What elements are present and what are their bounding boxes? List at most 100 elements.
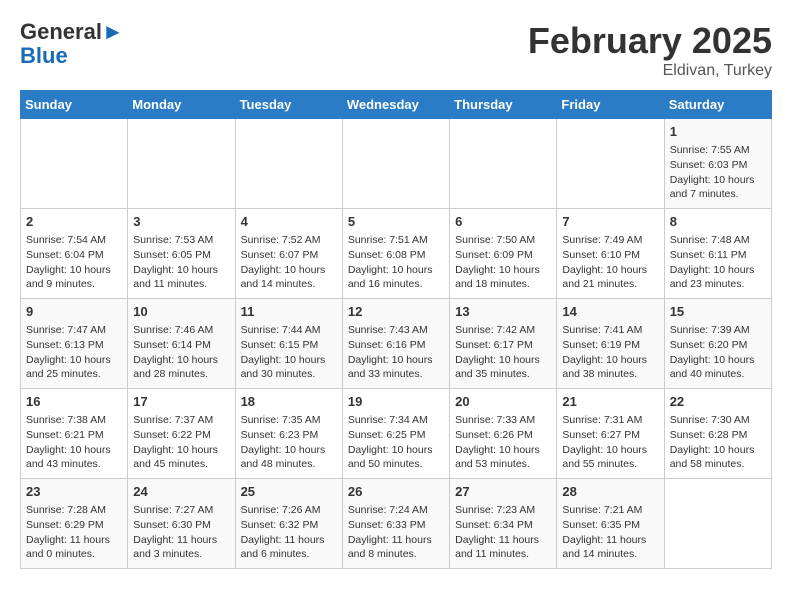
day-info: Sunrise: 7:26 AM Sunset: 6:32 PM Dayligh…	[241, 503, 337, 562]
day-info: Sunrise: 7:46 AM Sunset: 6:14 PM Dayligh…	[133, 323, 229, 382]
day-number: 27	[455, 483, 551, 501]
day-number: 11	[241, 303, 337, 321]
day-info: Sunrise: 7:50 AM Sunset: 6:09 PM Dayligh…	[455, 233, 551, 292]
day-number: 8	[670, 213, 766, 231]
day-number: 14	[562, 303, 658, 321]
week-row-1: 1 Sunrise: 7:55 AM Sunset: 6:03 PM Daylig…	[21, 119, 772, 209]
day-info: Sunrise: 7:49 AM Sunset: 6:10 PM Dayligh…	[562, 233, 658, 292]
day-info: Sunrise: 7:44 AM Sunset: 6:15 PM Dayligh…	[241, 323, 337, 382]
day-number: 22	[670, 393, 766, 411]
day-cell: 27 Sunrise: 7:23 AM Sunset: 6:34 PM Dayli…	[450, 479, 557, 569]
day-number: 2	[26, 213, 122, 231]
day-number: 4	[241, 213, 337, 231]
day-info: Sunrise: 7:21 AM Sunset: 6:35 PM Dayligh…	[562, 503, 658, 562]
day-info: Sunrise: 7:35 AM Sunset: 6:23 PM Dayligh…	[241, 413, 337, 472]
day-info: Sunrise: 7:48 AM Sunset: 6:11 PM Dayligh…	[670, 233, 766, 292]
day-info: Sunrise: 7:31 AM Sunset: 6:27 PM Dayligh…	[562, 413, 658, 472]
day-header-tuesday: Tuesday	[235, 91, 342, 119]
week-row-4: 16Sunrise: 7:38 AM Sunset: 6:21 PM Dayli…	[21, 389, 772, 479]
week-row-3: 9 Sunrise: 7:47 AM Sunset: 6:13 PM Daylig…	[21, 299, 772, 389]
day-number: 10	[133, 303, 229, 321]
logo: General► Blue	[20, 20, 124, 68]
day-cell	[21, 119, 128, 209]
day-cell	[235, 119, 342, 209]
day-info: Sunrise: 7:33 AM Sunset: 6:26 PM Dayligh…	[455, 413, 551, 472]
day-info: Sunrise: 7:53 AM Sunset: 6:05 PM Dayligh…	[133, 233, 229, 292]
day-cell: 14 Sunrise: 7:41 AM Sunset: 6:19 PM Dayli…	[557, 299, 664, 389]
day-info: Sunrise: 7:42 AM Sunset: 6:17 PM Dayligh…	[455, 323, 551, 382]
day-info: Sunrise: 7:30 AM Sunset: 6:28 PM Dayligh…	[670, 413, 766, 472]
day-cell	[664, 479, 771, 569]
header-row: SundayMondayTuesdayWednesdayThursdayFrid…	[21, 91, 772, 119]
day-cell: 8 Sunrise: 7:48 AM Sunset: 6:11 PM Daylig…	[664, 209, 771, 299]
day-cell: 6 Sunrise: 7:50 AM Sunset: 6:09 PM Daylig…	[450, 209, 557, 299]
day-info: Sunrise: 7:55 AM Sunset: 6:03 PM Dayligh…	[670, 143, 766, 202]
day-info: Sunrise: 7:27 AM Sunset: 6:30 PM Dayligh…	[133, 503, 229, 562]
day-info: Sunrise: 7:23 AM Sunset: 6:34 PM Dayligh…	[455, 503, 551, 562]
day-cell: 19Sunrise: 7:34 AM Sunset: 6:25 PM Dayli…	[342, 389, 449, 479]
day-info: Sunrise: 7:39 AM Sunset: 6:20 PM Dayligh…	[670, 323, 766, 382]
page-header: General► Blue February 2025 Eldivan, Tur…	[20, 20, 772, 80]
day-cell: 21 Sunrise: 7:31 AM Sunset: 6:27 PM Dayli…	[557, 389, 664, 479]
day-number: 17	[133, 393, 229, 411]
day-cell: 3 Sunrise: 7:53 AM Sunset: 6:05 PM Daylig…	[128, 209, 235, 299]
day-info: Sunrise: 7:52 AM Sunset: 6:07 PM Dayligh…	[241, 233, 337, 292]
day-header-friday: Friday	[557, 91, 664, 119]
day-header-monday: Monday	[128, 91, 235, 119]
week-row-5: 23Sunrise: 7:28 AM Sunset: 6:29 PM Dayli…	[21, 479, 772, 569]
day-header-sunday: Sunday	[21, 91, 128, 119]
day-number: 15	[670, 303, 766, 321]
day-cell: 16Sunrise: 7:38 AM Sunset: 6:21 PM Dayli…	[21, 389, 128, 479]
day-cell: 10 Sunrise: 7:46 AM Sunset: 6:14 PM Dayli…	[128, 299, 235, 389]
day-number: 24	[133, 483, 229, 501]
day-header-wednesday: Wednesday	[342, 91, 449, 119]
day-header-thursday: Thursday	[450, 91, 557, 119]
day-number: 3	[133, 213, 229, 231]
day-cell: 12 Sunrise: 7:43 AM Sunset: 6:16 PM Dayli…	[342, 299, 449, 389]
day-cell: 28Sunrise: 7:21 AM Sunset: 6:35 PM Dayli…	[557, 479, 664, 569]
day-number: 12	[348, 303, 444, 321]
day-cell	[342, 119, 449, 209]
day-number: 25	[241, 483, 337, 501]
day-number: 6	[455, 213, 551, 231]
day-info: Sunrise: 7:28 AM Sunset: 6:29 PM Dayligh…	[26, 503, 122, 562]
day-cell: 22 Sunrise: 7:30 AM Sunset: 6:28 PM Dayli…	[664, 389, 771, 479]
day-number: 9	[26, 303, 122, 321]
day-number: 5	[348, 213, 444, 231]
day-number: 21	[562, 393, 658, 411]
day-info: Sunrise: 7:47 AM Sunset: 6:13 PM Dayligh…	[26, 323, 122, 382]
day-info: Sunrise: 7:51 AM Sunset: 6:08 PM Dayligh…	[348, 233, 444, 292]
day-cell: 7Sunrise: 7:49 AM Sunset: 6:10 PM Daylig…	[557, 209, 664, 299]
day-number: 26	[348, 483, 444, 501]
main-title: February 2025	[528, 20, 772, 62]
day-cell: 23Sunrise: 7:28 AM Sunset: 6:29 PM Dayli…	[21, 479, 128, 569]
day-cell: 17 Sunrise: 7:37 AM Sunset: 6:22 PM Dayli…	[128, 389, 235, 479]
day-cell: 26 Sunrise: 7:24 AM Sunset: 6:33 PM Dayli…	[342, 479, 449, 569]
day-header-saturday: Saturday	[664, 91, 771, 119]
day-info: Sunrise: 7:37 AM Sunset: 6:22 PM Dayligh…	[133, 413, 229, 472]
day-number: 1	[670, 123, 766, 141]
day-cell	[450, 119, 557, 209]
day-info: Sunrise: 7:43 AM Sunset: 6:16 PM Dayligh…	[348, 323, 444, 382]
day-number: 20	[455, 393, 551, 411]
day-cell: 24 Sunrise: 7:27 AM Sunset: 6:30 PM Dayli…	[128, 479, 235, 569]
logo-text: General► Blue	[20, 20, 124, 68]
day-cell: 18Sunrise: 7:35 AM Sunset: 6:23 PM Dayli…	[235, 389, 342, 479]
subtitle: Eldivan, Turkey	[528, 62, 772, 80]
day-cell: 20 Sunrise: 7:33 AM Sunset: 6:26 PM Dayli…	[450, 389, 557, 479]
day-cell: 5 Sunrise: 7:51 AM Sunset: 6:08 PM Daylig…	[342, 209, 449, 299]
day-cell: 25 Sunrise: 7:26 AM Sunset: 6:32 PM Dayli…	[235, 479, 342, 569]
day-cell: 1 Sunrise: 7:55 AM Sunset: 6:03 PM Daylig…	[664, 119, 771, 209]
day-info: Sunrise: 7:41 AM Sunset: 6:19 PM Dayligh…	[562, 323, 658, 382]
day-info: Sunrise: 7:24 AM Sunset: 6:33 PM Dayligh…	[348, 503, 444, 562]
day-cell: 11 Sunrise: 7:44 AM Sunset: 6:15 PM Dayli…	[235, 299, 342, 389]
calendar-table: SundayMondayTuesdayWednesdayThursdayFrid…	[20, 90, 772, 569]
day-info: Sunrise: 7:38 AM Sunset: 6:21 PM Dayligh…	[26, 413, 122, 472]
day-cell: 4 Sunrise: 7:52 AM Sunset: 6:07 PM Daylig…	[235, 209, 342, 299]
day-number: 13	[455, 303, 551, 321]
day-cell	[128, 119, 235, 209]
day-cell: 9 Sunrise: 7:47 AM Sunset: 6:13 PM Daylig…	[21, 299, 128, 389]
day-cell	[557, 119, 664, 209]
day-cell: 13 Sunrise: 7:42 AM Sunset: 6:17 PM Dayli…	[450, 299, 557, 389]
week-row-2: 2Sunrise: 7:54 AM Sunset: 6:04 PM Daylig…	[21, 209, 772, 299]
